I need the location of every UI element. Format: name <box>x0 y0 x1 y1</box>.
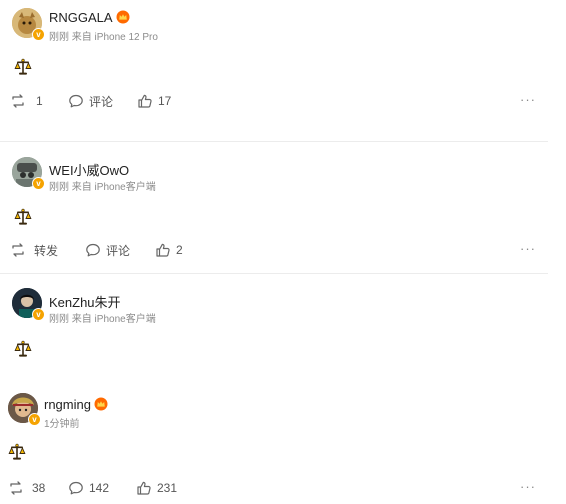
post-card: v KenZhu朱开 刚刚 来自 iPhone客户端 <box>0 274 548 374</box>
comment-count: 评论 <box>89 94 114 109</box>
balance-scale-emoji <box>14 340 32 358</box>
post-username[interactable]: KenZhu朱开 <box>49 292 121 311</box>
post-card: v rngming 1分钟前 38 142 231 ··· <box>0 383 548 504</box>
username-text[interactable]: rngming <box>44 397 91 412</box>
repost-icon <box>10 93 26 109</box>
repost-count: 38 <box>32 481 46 495</box>
post-card: v RNGGALA 刚刚 来自 iPhone 12 Pro 1 评论 17 ··… <box>0 0 548 140</box>
balance-scale-emoji <box>14 208 32 226</box>
comment-button[interactable]: 142 <box>68 479 109 497</box>
thumbs-up-icon <box>136 480 152 496</box>
post-meta: 刚刚 来自 iPhone客户端 <box>49 182 156 193</box>
post-username[interactable]: WEI小威OwO <box>49 160 129 179</box>
comment-count: 142 <box>89 481 110 495</box>
verified-badge-icon: v <box>32 308 45 321</box>
balance-scale-emoji <box>8 443 26 461</box>
username-text[interactable]: KenZhu朱开 <box>49 295 121 310</box>
post-meta: 刚刚 来自 iPhone客户端 <box>49 314 156 325</box>
action-bar: 转发 评论 2 ··· <box>0 241 548 259</box>
comment-icon <box>68 480 84 496</box>
comment-button[interactable]: 评论 <box>85 241 130 259</box>
verified-badge-icon: v <box>28 413 41 426</box>
repost-button[interactable]: 1 <box>10 92 43 110</box>
thumbs-up-icon <box>155 242 171 258</box>
post-username[interactable]: rngming <box>44 397 108 412</box>
post-card: v WEI小威OwO 刚刚 来自 iPhone客户端 转发 评论 2 ··· <box>0 142 548 272</box>
repost-button[interactable]: 38 <box>8 479 45 497</box>
like-count: 17 <box>158 94 172 108</box>
username-text[interactable]: RNGGALA <box>49 10 113 25</box>
like-button[interactable]: 2 <box>155 241 183 259</box>
verified-badge-icon: v <box>32 177 45 190</box>
username-text[interactable]: WEI小威OwO <box>49 163 129 178</box>
more-icon[interactable]: ··· <box>520 241 536 256</box>
verified-badge-icon: v <box>32 28 45 41</box>
post-meta: 刚刚 来自 iPhone 12 Pro <box>49 32 158 43</box>
comment-icon <box>85 242 101 258</box>
more-icon[interactable]: ··· <box>520 479 536 494</box>
more-icon[interactable]: ··· <box>520 92 536 107</box>
repost-count: 1 <box>36 94 43 108</box>
repost-count: 转发 <box>34 243 59 258</box>
crown-icon <box>94 397 108 411</box>
like-button[interactable]: 231 <box>136 479 177 497</box>
repost-button[interactable]: 转发 <box>10 241 58 259</box>
thumbs-up-icon <box>137 93 153 109</box>
like-count: 231 <box>157 481 178 495</box>
action-bar: 38 142 231 ··· <box>0 479 548 497</box>
like-count: 2 <box>176 243 183 257</box>
post-meta: 1分钟前 <box>44 419 80 430</box>
crown-icon <box>116 10 130 24</box>
comment-icon <box>68 93 84 109</box>
like-button[interactable]: 17 <box>137 92 171 110</box>
action-bar: 1 评论 17 ··· <box>0 92 548 110</box>
comment-count: 评论 <box>106 243 131 258</box>
comment-button[interactable]: 评论 <box>68 92 113 110</box>
repost-icon <box>8 480 24 496</box>
post-username[interactable]: RNGGALA <box>49 10 130 25</box>
repost-icon <box>10 242 26 258</box>
balance-scale-emoji <box>14 58 32 76</box>
